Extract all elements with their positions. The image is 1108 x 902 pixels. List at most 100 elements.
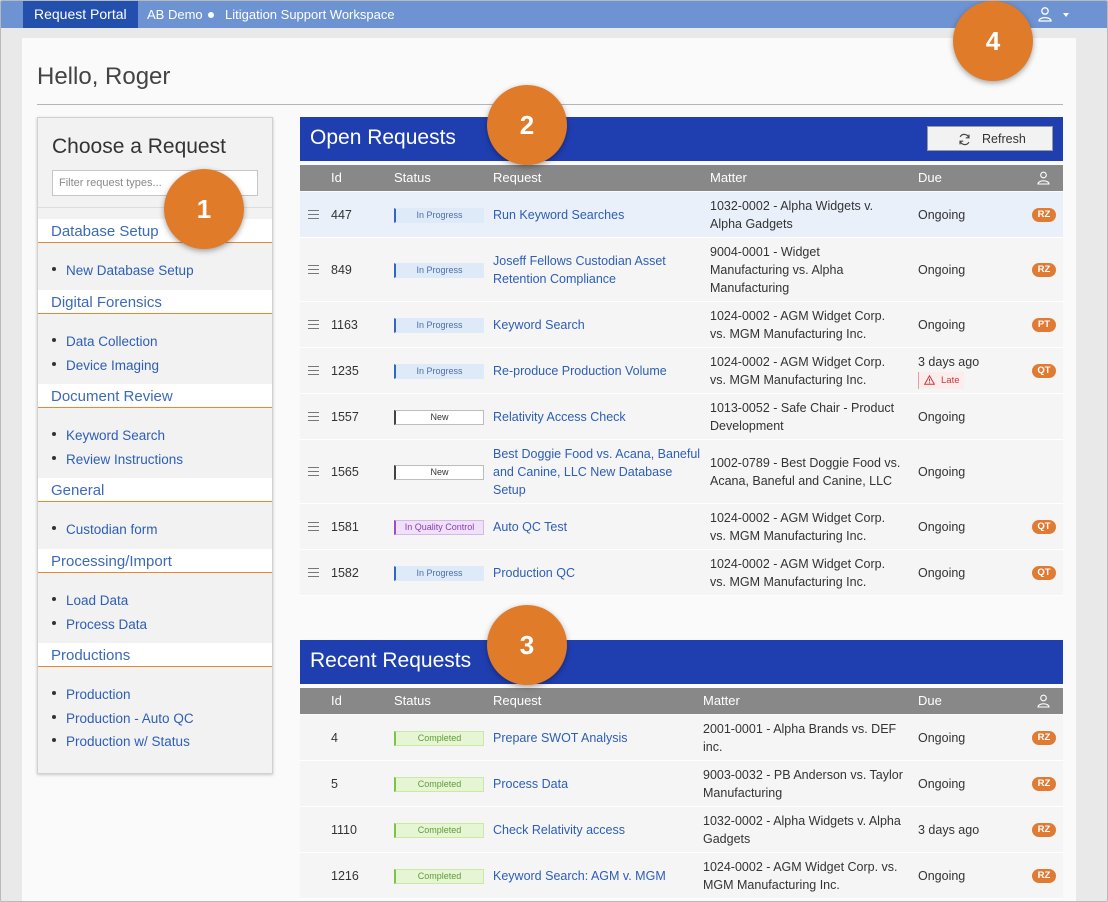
matter-text: vs. MGM Manufacturing Inc. (710, 373, 867, 387)
assignee-badge[interactable]: PT (1032, 318, 1056, 332)
drag-handle-icon[interactable] (308, 265, 319, 274)
table-row[interactable]: 1581 In Quality Control Auto QC Test 1024-0… (300, 504, 1063, 550)
column-id[interactable]: Id (331, 693, 342, 708)
table-row[interactable]: 5 Completed Process Data 9003-0032 - PB And… (300, 761, 1063, 807)
assignee-badge[interactable]: QT (1032, 520, 1056, 534)
matter-text: vs. MGM Manufacturing Inc. (710, 575, 867, 589)
drag-handle-icon[interactable] (308, 522, 319, 531)
refresh-button[interactable]: Refresh (927, 126, 1053, 151)
table-row[interactable]: 1557 New Relativity Access Check 1013-0052 … (300, 394, 1063, 440)
request-link[interactable]: Retention Compliance (493, 270, 616, 288)
column-request[interactable]: Request (493, 170, 541, 185)
request-link[interactable]: Relativity Access Check (493, 408, 626, 426)
request-id: 849 (331, 263, 352, 277)
matter-text: Gadgets (703, 832, 751, 846)
drag-handle-icon[interactable] (308, 320, 319, 329)
request-id: 1235 (331, 364, 359, 378)
category-digital-forensics[interactable]: Digital Forensics (38, 290, 272, 314)
recent-requests-table-header: Id Status Request Matter Due (300, 688, 1063, 714)
request-link[interactable]: Auto QC Test (493, 518, 567, 536)
request-type-new-database-setup[interactable]: New Database Setup (52, 263, 194, 278)
assignee-badge[interactable]: RZ (1032, 869, 1056, 883)
request-link[interactable]: Prepare SWOT Analysis (493, 729, 628, 747)
request-type-production[interactable]: Production (52, 687, 131, 702)
column-status[interactable]: Status (394, 693, 431, 708)
category-label: General (51, 482, 105, 499)
category-label: Processing/Import (51, 553, 172, 570)
request-link[interactable]: Joseff Fellows Custodian Asset (493, 252, 666, 270)
request-type-review-instructions[interactable]: Review Instructions (52, 452, 183, 467)
request-type-production-w-status[interactable]: Production w/ Status (52, 734, 190, 749)
due-text: Ongoing (918, 520, 966, 534)
request-type-data-collection[interactable]: Data Collection (52, 334, 158, 349)
open-requests-table-header: Id Status Request Matter Due (300, 165, 1063, 191)
matter-text: Manufacturing (710, 281, 790, 295)
request-link[interactable]: Best Doggie Food vs. Acana, Baneful (493, 445, 700, 463)
category-processing-import[interactable]: Processing/Import (38, 549, 272, 573)
request-type-load-data[interactable]: Load Data (52, 593, 128, 608)
column-due[interactable]: Due (918, 170, 942, 185)
request-type-keyword-search[interactable]: Keyword Search (52, 428, 165, 443)
request-link[interactable]: Keyword Search: AGM v. MGM (493, 867, 666, 885)
table-row[interactable]: 1110 Completed Check Relativity access 1032… (300, 807, 1063, 853)
assignee-column-user-icon[interactable] (1037, 171, 1050, 185)
assignee-badge[interactable]: RZ (1032, 777, 1056, 791)
org-name[interactable]: AB Demo (147, 1, 203, 28)
column-matter[interactable]: Matter (703, 693, 740, 708)
separator-dot (208, 12, 214, 18)
status-badge: Completed (394, 823, 484, 838)
matter-text: Manufacturing (703, 786, 783, 800)
table-row[interactable]: 1565 New Best Doggie Food vs. Acana, Banef… (300, 440, 1063, 504)
assignee-badge[interactable]: QT (1032, 566, 1056, 580)
assignee-badge[interactable]: RZ (1032, 208, 1056, 222)
column-due[interactable]: Due (918, 693, 942, 708)
request-type-device-imaging[interactable]: Device Imaging (52, 358, 159, 373)
assignee-badge[interactable]: RZ (1032, 731, 1056, 745)
drag-handle-icon[interactable] (308, 210, 319, 219)
drag-handle-icon[interactable] (308, 412, 319, 421)
request-link[interactable]: Run Keyword Searches (493, 206, 624, 224)
table-row[interactable]: 4 Completed Prepare SWOT Analysis 2001-0001… (300, 715, 1063, 761)
table-row[interactable]: 1216 Completed Keyword Search: AGM v. MGM 1… (300, 853, 1063, 899)
request-link[interactable]: Setup (493, 481, 526, 499)
table-row[interactable]: 849 In Progress Joseff Fellows Custodian A… (300, 238, 1063, 302)
drag-handle-icon[interactable] (308, 568, 319, 577)
table-row[interactable]: 447 In Progress Run Keyword Searches 1032-0… (300, 192, 1063, 238)
assignee-column-user-icon[interactable] (1037, 694, 1050, 708)
warning-icon (924, 375, 935, 385)
chevron-down-icon[interactable] (1063, 13, 1069, 17)
request-type-process-data[interactable]: Process Data (52, 617, 147, 632)
assignee-badge[interactable]: QT (1032, 364, 1056, 378)
table-row[interactable]: 1163 In Progress Keyword Search 1024-0002 -… (300, 302, 1063, 348)
portal-brand[interactable]: Request Portal (23, 1, 138, 28)
matter-text: 1024-0002 - AGM Widget Corp. vs. (703, 860, 898, 874)
request-type-custodian-form[interactable]: Custodian form (52, 522, 158, 537)
workspace-name[interactable]: Litigation Support Workspace (225, 1, 395, 28)
request-id: 1163 (331, 318, 358, 332)
drag-handle-icon[interactable] (308, 366, 319, 375)
due-text: Ongoing (918, 318, 966, 332)
column-id[interactable]: Id (331, 170, 342, 185)
request-link[interactable]: and Canine, LLC New Database (493, 463, 672, 481)
due-text: 3 days ago (918, 355, 980, 369)
assignee-badge[interactable]: RZ (1032, 823, 1056, 837)
category-document-review[interactable]: Document Review (38, 384, 272, 408)
request-link[interactable]: Production QC (493, 564, 575, 582)
request-link[interactable]: Check Relativity access (493, 821, 625, 839)
table-row[interactable]: 1235 In Progress Re-produce Production Vol… (300, 348, 1063, 394)
request-link[interactable]: Re-produce Production Volume (493, 362, 667, 380)
table-row[interactable]: 1582 In Progress Production QC 1024-0002 - … (300, 550, 1063, 596)
column-status[interactable]: Status (394, 170, 431, 185)
assignee-badge[interactable]: RZ (1032, 263, 1056, 277)
request-type-production-auto-qc[interactable]: Production - Auto QC (52, 711, 194, 726)
late-label: Late (941, 375, 960, 386)
request-link[interactable]: Process Data (493, 775, 568, 793)
drag-handle-icon[interactable] (308, 467, 319, 476)
request-link[interactable]: Keyword Search (493, 316, 585, 334)
column-request[interactable]: Request (493, 693, 541, 708)
category-general[interactable]: General (38, 478, 272, 502)
category-label: Database Setup (51, 223, 159, 240)
user-icon[interactable] (1037, 6, 1053, 22)
column-matter[interactable]: Matter (710, 170, 747, 185)
category-productions[interactable]: Productions (38, 643, 272, 667)
